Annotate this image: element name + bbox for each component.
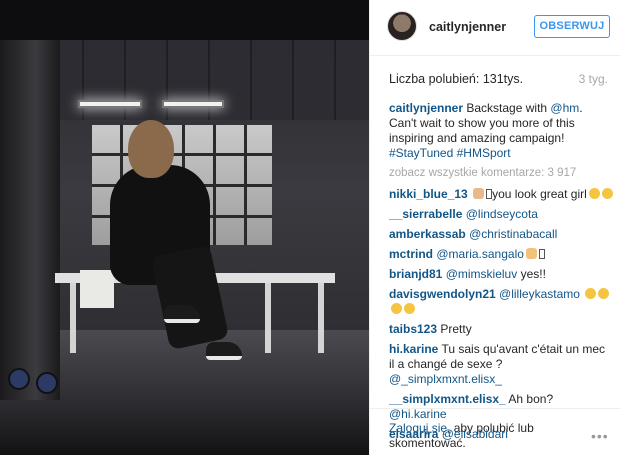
- comment: mctrind @maria.sangalo: [389, 247, 613, 262]
- sweat-smile-emoji-icon: [585, 288, 597, 299]
- comment: hi.karine Tu sais qu'avant c'était un me…: [389, 342, 613, 387]
- comment: taibs123 Pretty: [389, 322, 613, 337]
- comment-username[interactable]: taibs123: [389, 322, 437, 336]
- photo-camera-rig: [0, 40, 60, 400]
- post-sidebar: caitlynjenner OBSERWUJ Liczba polubień: …: [369, 0, 620, 455]
- photo-lamp: [78, 100, 142, 108]
- photo-person-head: [128, 120, 174, 178]
- photo-shoe: [164, 305, 200, 323]
- comment: brianjd81 @mimskieluv yes!!: [389, 267, 613, 282]
- comment-text: you look great girl: [492, 187, 587, 201]
- login-prompt: Zaloguj się, aby polubić lub skomentować…: [389, 421, 579, 451]
- photo-wheel: [36, 372, 58, 394]
- comment-text: Ah bon?: [505, 392, 554, 406]
- view-all-comments-link[interactable]: zobacz wszystkie komentarze: 3 917: [389, 166, 613, 181]
- comment: __sierrabelle @lindseycota: [389, 207, 613, 222]
- grin-emoji-icon: [391, 303, 402, 314]
- smile-emoji-icon: [601, 188, 613, 199]
- comment-username[interactable]: davisgwendolyn21: [389, 287, 496, 301]
- comment: __simplxmxnt.elisx_ Ah bon? @hi.karine: [389, 392, 613, 422]
- comment-username[interactable]: brianjd81: [389, 267, 442, 281]
- comment-mention[interactable]: @mimskieluv: [446, 267, 518, 281]
- photo-bench-leg: [318, 283, 324, 353]
- photo-bench-leg: [70, 283, 76, 353]
- comment-text: yes!!: [517, 267, 546, 281]
- photo-lamp: [162, 100, 224, 108]
- caption-mention[interactable]: @hm: [550, 101, 579, 115]
- missing-glyph-icon: [538, 249, 545, 259]
- comment-username[interactable]: amberkassab: [389, 227, 466, 241]
- photo-towel: [80, 270, 114, 308]
- follow-button[interactable]: OBSERWUJ: [534, 15, 610, 38]
- comment: amberkassab @christinabacall: [389, 227, 613, 242]
- comment-mention[interactable]: @christinabacall: [469, 227, 557, 241]
- hashtag-link[interactable]: #StayTuned: [389, 146, 453, 160]
- comment-username[interactable]: mctrind: [389, 247, 433, 261]
- caption-username[interactable]: caitlynjenner: [389, 101, 463, 115]
- photo-bench-leg: [265, 283, 271, 353]
- girl-emoji-icon: [525, 248, 537, 259]
- author-username[interactable]: caitlynjenner: [429, 20, 506, 34]
- likes-count[interactable]: Liczba polubień: 131tys.: [389, 72, 523, 86]
- more-options-icon[interactable]: •••: [591, 428, 609, 444]
- photo-ceiling: [40, 40, 369, 120]
- caption-text: Backstage with: [463, 101, 551, 115]
- photo-wheel: [8, 368, 30, 390]
- login-link[interactable]: Zaloguj się: [389, 421, 447, 435]
- comment-mention[interactable]: @lilleykastamo: [499, 287, 580, 301]
- comment-mention[interactable]: @hi.karine: [389, 407, 447, 421]
- comment-username[interactable]: nikki_blue_13: [389, 187, 468, 201]
- comment-mention[interactable]: @_simplxmxnt.elisx_: [389, 372, 502, 386]
- comment-mention[interactable]: @lindseycota: [466, 207, 538, 221]
- hand-emoji-icon: [473, 188, 485, 199]
- comment-username[interactable]: hi.karine: [389, 342, 438, 356]
- smile-emoji-icon: [598, 288, 610, 299]
- laughing-emoji-icon: [404, 303, 415, 314]
- likes-row: Liczba polubień: 131tys. 3 tyg.: [389, 72, 611, 86]
- comment-username[interactable]: __simplxmxnt.elisx_: [389, 392, 506, 406]
- comment-text: Pretty: [437, 322, 472, 336]
- hashtag-link[interactable]: #HMSport: [457, 146, 511, 160]
- avatar[interactable]: [387, 11, 417, 41]
- post-header: caitlynjenner OBSERWUJ: [370, 0, 620, 56]
- comments-list: caitlynjenner Backstage with @hm. Can't …: [389, 101, 613, 447]
- footer-divider: [370, 408, 620, 409]
- comment-username[interactable]: __sierrabelle: [389, 207, 462, 221]
- post-photo[interactable]: [0, 0, 369, 455]
- comment: nikki_blue_13 you look great girl: [389, 187, 613, 202]
- comment-mention[interactable]: @maria.sangalo: [436, 247, 524, 261]
- photo-shoe: [206, 342, 242, 360]
- grin-emoji-icon: [588, 188, 600, 199]
- caption: caitlynjenner Backstage with @hm. Can't …: [389, 101, 613, 161]
- post-age[interactable]: 3 tyg.: [579, 72, 608, 86]
- comment: davisgwendolyn21 @lilleykastamo: [389, 287, 613, 317]
